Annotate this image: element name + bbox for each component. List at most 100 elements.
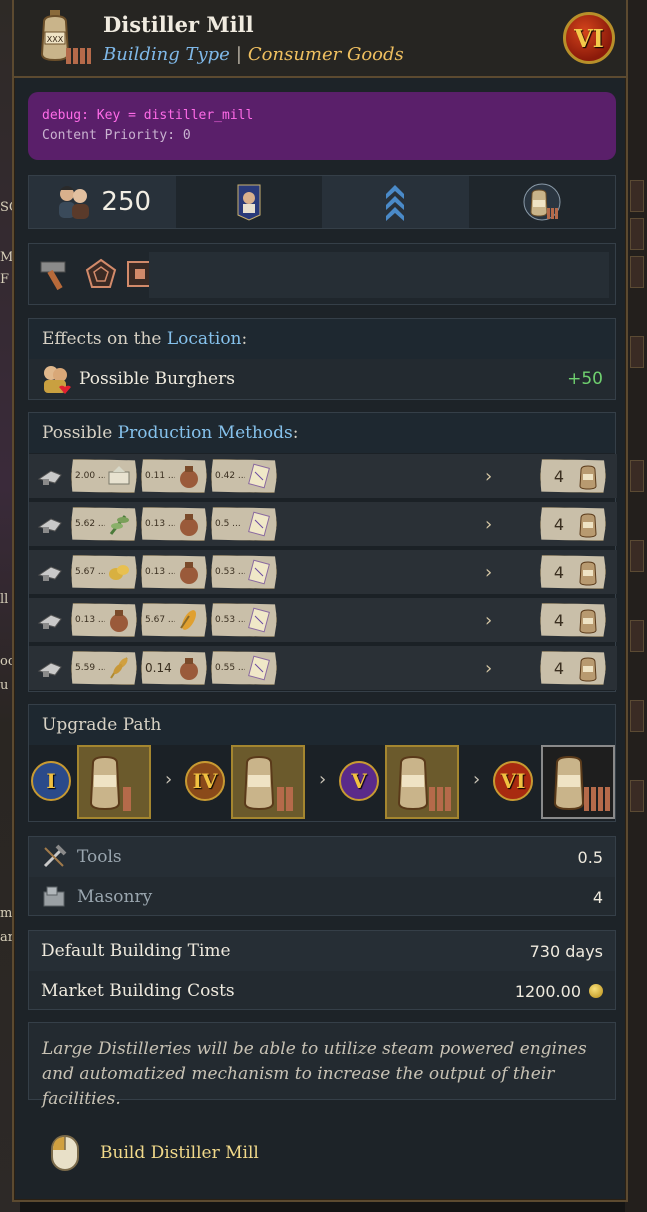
resource-value: 4 [592, 887, 603, 907]
output-chip[interactable]: 4 [540, 507, 606, 541]
resource-value: 0.5 [577, 847, 603, 867]
population-cell[interactable]: 250 [29, 176, 176, 228]
bg-slot [630, 540, 644, 572]
resource-label: Tools [77, 847, 122, 867]
input-chip[interactable]: 0.14 [141, 651, 207, 685]
input-chip[interactable]: 0.11 ... [141, 459, 207, 493]
chevron-right-icon: › [485, 658, 493, 679]
jug-icon [553, 755, 610, 811]
upgrade-building-box[interactable] [385, 745, 459, 819]
potato-icon [109, 565, 129, 580]
resource-row[interactable]: Masonry 4 [29, 877, 615, 917]
tags-empty-area [149, 252, 609, 298]
background-right-edge [625, 0, 647, 1212]
pottery-icon [180, 514, 198, 536]
input-chip[interactable]: 0.5 ... [211, 507, 277, 541]
production-method-row[interactable]: 5.67 ... 0.13 ... 0.53 ... › 4 [29, 550, 617, 594]
input-chip[interactable]: 0.13 ... [141, 555, 207, 589]
gold-coin-icon [589, 984, 603, 998]
workers-icon [59, 186, 90, 219]
svg-text:XXX: XXX [47, 35, 64, 44]
output-chip[interactable]: 4 [540, 459, 606, 493]
effects-section: Effects on the Location: Possible Burghe… [28, 318, 616, 400]
hammer-icon[interactable] [39, 256, 73, 292]
upgrade-path-section: Upgrade Path I › IV › V › VI [28, 704, 616, 822]
build-button-label[interactable]: Build Distiller Mill [100, 1143, 259, 1163]
production-method-row[interactable]: 2.00 ... 0.11 ... 0.42 ... › 4 [29, 454, 617, 498]
production-method-row[interactable]: 5.59 ... 0.14 0.55 ... › 4 [29, 646, 617, 690]
building-type-label: Building Type [103, 44, 230, 65]
building-title: Distiller Mill [103, 12, 254, 37]
output-chip[interactable]: 4 [540, 555, 606, 589]
upgrade-building-box-current[interactable] [541, 745, 615, 819]
tier-medal[interactable]: V [339, 761, 379, 801]
mill-icon [37, 614, 62, 629]
input-chip[interactable]: 0.53 ... [211, 603, 277, 637]
effects-title-suffix: : [241, 329, 248, 349]
effect-row[interactable]: Possible Burghers +50 [29, 359, 615, 399]
building-stats-row: 250 [28, 175, 616, 229]
jug-icon [89, 755, 131, 811]
upgrade-building-box[interactable] [231, 745, 305, 819]
bg-slot [630, 256, 644, 288]
resource-label: Masonry [77, 887, 153, 907]
effects-title: Effects on the Location: [29, 319, 615, 359]
burghers-icon [44, 366, 71, 394]
input-chip[interactable]: 0.53 ... [211, 555, 277, 589]
building-category[interactable]: Consumer Goods [248, 44, 404, 65]
resource-row[interactable]: Tools 0.5 [29, 837, 615, 877]
chevron-right-icon: › [485, 514, 493, 535]
input-chip[interactable]: 5.62 ... [71, 507, 137, 541]
mill-icon [37, 662, 62, 677]
tier-medal[interactable]: I [31, 761, 71, 801]
upgrade-building-box[interactable] [77, 745, 151, 819]
methods-title: Possible Production Methods: [29, 413, 615, 453]
methods-title-suffix: : [292, 423, 299, 443]
input-amount: 5.59 ... [75, 663, 105, 673]
construction-resources: Tools 0.5 Masonry 4 [28, 836, 616, 916]
building-tooltip-panel: XXX Distiller Mill Building Type | Consume… [12, 0, 628, 1202]
upgrade-path-title: Upgrade Path [29, 705, 615, 745]
pentagon-icon[interactable] [85, 258, 117, 290]
building-subtitle: Building Type | Consumer Goods [103, 44, 404, 65]
noble-cell[interactable] [175, 176, 322, 228]
output-chip[interactable]: 4 [540, 603, 606, 637]
output-amount: 4 [553, 562, 565, 582]
input-chip[interactable]: 0.13 ... [141, 507, 207, 541]
input-chip[interactable]: 0.42 ... [211, 459, 277, 493]
jug-icon [579, 465, 597, 490]
paper-icon [248, 463, 270, 489]
input-amount: 5.67 ... [75, 567, 105, 577]
building-cell[interactable] [468, 176, 615, 228]
rank-cell[interactable] [322, 176, 469, 228]
tier-medal[interactable]: VI [493, 761, 533, 801]
input-chip[interactable]: 0.55 ... [211, 651, 277, 685]
output-amount: 4 [553, 658, 565, 678]
input-chip[interactable]: 5.67 ... [71, 555, 137, 589]
mill-icon [37, 470, 62, 485]
building-costs: Default Building Time 730 days Market Bu… [28, 930, 616, 1010]
production-method-row[interactable]: 5.62 ... 0.13 ... 0.5 ... › 4 [29, 502, 617, 546]
input-chip[interactable]: 5.67 ... [141, 603, 207, 637]
mill-icon [37, 518, 62, 533]
tier-medal[interactable]: IV [185, 761, 225, 801]
input-chip[interactable]: 0.13 ... [71, 603, 137, 637]
tier-badge: VI [563, 12, 615, 64]
methods-title-highlight[interactable]: Production Methods [118, 423, 293, 443]
chevron-right-icon: › [473, 769, 481, 790]
effects-title-location[interactable]: Location [167, 329, 242, 349]
input-amount: 0.13 ... [75, 615, 105, 625]
bg-text-fragment: F [0, 272, 10, 287]
mouse-icon [51, 1135, 79, 1171]
wheat-icon [110, 657, 128, 679]
input-amount: 0.14 [145, 661, 172, 675]
tools-icon [43, 844, 67, 868]
output-chip[interactable]: 4 [540, 651, 606, 685]
input-chip[interactable]: 2.00 ... [71, 459, 137, 493]
bg-text-fragment: m [0, 906, 13, 921]
debug-key-line: debug: Key = distiller_mill [42, 108, 254, 123]
build-action[interactable]: Build Distiller Mill [50, 1134, 259, 1172]
production-method-row[interactable]: 0.13 ... 5.67 ... 0.53 ... › 4 [29, 598, 617, 642]
input-chip[interactable]: 5.59 ... [71, 651, 137, 685]
paper-icon [248, 559, 270, 585]
